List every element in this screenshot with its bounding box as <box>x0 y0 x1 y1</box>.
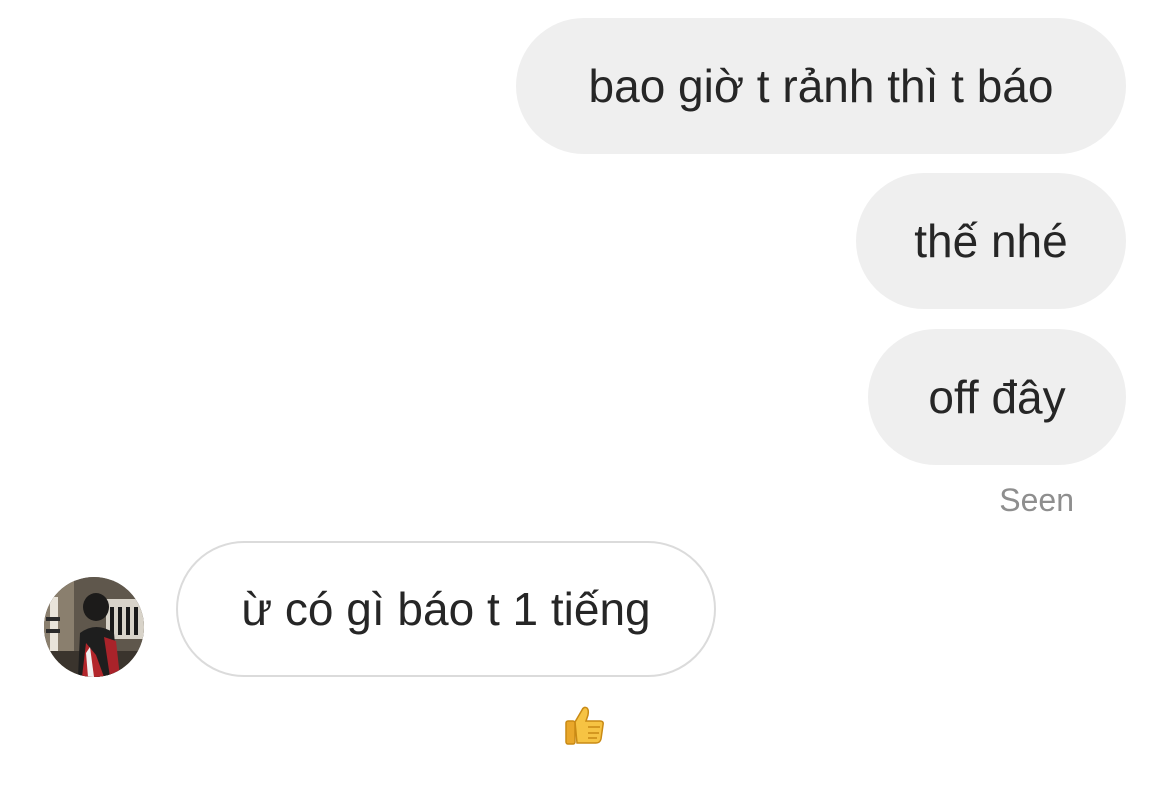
thumbs-up-icon[interactable] <box>562 702 608 748</box>
message-text: thế nhé <box>914 215 1068 267</box>
outgoing-message[interactable]: off đây <box>868 329 1126 465</box>
message-text: ừ có gì báo t 1 tiếng <box>241 583 651 635</box>
outgoing-message[interactable]: thế nhé <box>856 173 1126 309</box>
avatar-photo <box>44 577 144 677</box>
incoming-message[interactable]: ừ có gì báo t 1 tiếng <box>176 541 716 677</box>
message-text: off đây <box>928 371 1066 423</box>
message-text: bao giờ t rảnh thì t báo <box>588 60 1054 112</box>
outgoing-message[interactable]: bao giờ t rảnh thì t báo <box>516 18 1126 154</box>
avatar[interactable] <box>44 577 144 677</box>
chat-thread: bao giờ t rảnh thì t báo thế nhé off đây… <box>0 0 1170 790</box>
seen-status: Seen <box>999 482 1074 518</box>
